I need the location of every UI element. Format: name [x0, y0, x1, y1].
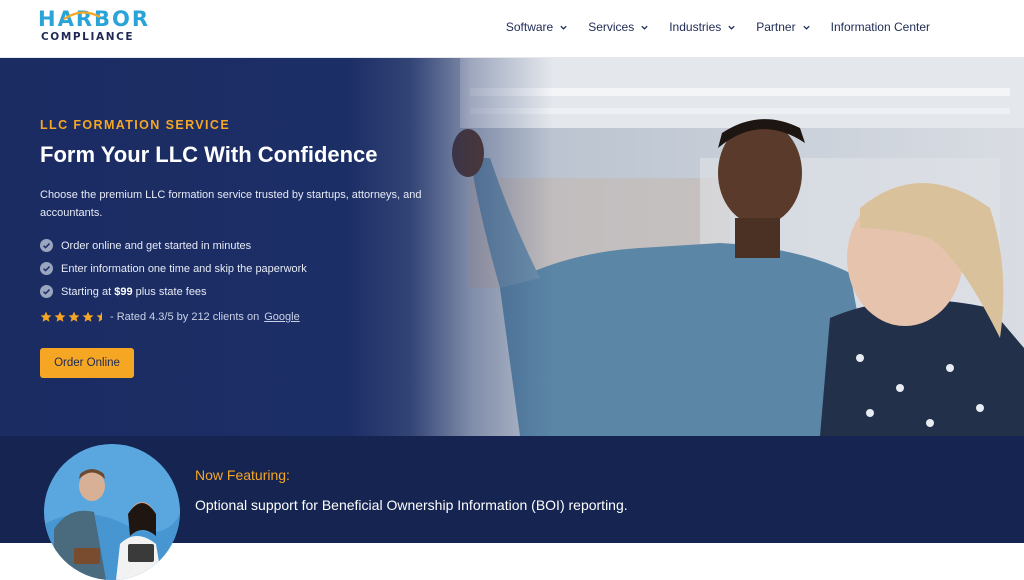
feature-photo-team: [44, 444, 180, 580]
main-nav: Software Services Industries Partner Inf…: [506, 0, 930, 54]
chevron-down-icon: [641, 25, 648, 30]
site-header: HARBOR COMPLIANCE Software Services Indu…: [0, 0, 1024, 58]
team-photo-image: [44, 444, 180, 580]
nav-item-partner[interactable]: Partner: [756, 20, 810, 34]
chevron-down-icon: [802, 25, 810, 30]
star-icon: [68, 311, 80, 322]
benefit-text: Starting at $99 plus state fees: [61, 286, 207, 298]
nav-item-label: Services: [588, 20, 635, 34]
hero-section: LLC FORMATION SERVICE Form Your LLC With…: [0, 58, 1024, 436]
nav-item-information-center[interactable]: Information Center: [831, 20, 930, 34]
check-circle-icon: [40, 239, 53, 252]
hero-description: Choose the premium LLC formation service…: [40, 189, 422, 219]
star-icon: [40, 311, 52, 322]
star-icon: [82, 311, 94, 322]
list-item: Starting at $99 plus state fees: [40, 280, 460, 303]
nav-item-label: Information Center: [830, 20, 930, 34]
price-value: $99: [114, 285, 133, 298]
feature-label: Now Featuring:: [195, 467, 290, 483]
logo-swoosh-icon: [63, 11, 101, 20]
hero-benefits-list: Order online and get started in minutes …: [40, 234, 460, 303]
list-item: Enter information one time and skip the …: [40, 257, 460, 280]
hero-title: Form Your LLC With Confidence: [40, 142, 378, 167]
order-online-button[interactable]: Order Online: [40, 348, 134, 378]
nav-item-label: Industries: [669, 20, 722, 34]
benefit-suffix: plus state fees: [132, 285, 207, 298]
rating-text: - Rated 4.3/5 by 212 clients on: [110, 311, 260, 323]
benefit-text: Order online and get started in minutes: [61, 239, 252, 252]
feature-text: Optional support for Beneficial Ownershi…: [195, 497, 628, 513]
star-icon: [54, 311, 66, 322]
nav-item-label: Partner: [756, 20, 796, 34]
benefit-prefix: Starting at: [61, 285, 115, 298]
check-circle-icon: [40, 285, 53, 298]
rating-row: - Rated 4.3/5 by 212 clients on Google: [40, 311, 460, 323]
hero-eyebrow: LLC FORMATION SERVICE: [40, 118, 231, 132]
nav-item-label: Software: [505, 20, 554, 34]
nav-item-industries[interactable]: Industries: [669, 20, 736, 34]
check-circle-icon: [40, 262, 53, 275]
benefit-text: Enter information one time and skip the …: [61, 262, 307, 275]
featured-banner: Now Featuring: Optional support for Bene…: [0, 436, 1024, 580]
hero-content: LLC FORMATION SERVICE Form Your LLC With…: [40, 118, 460, 323]
google-reviews-link[interactable]: Google: [264, 311, 299, 323]
chevron-down-icon: [728, 25, 735, 30]
list-item: Order online and get started in minutes: [40, 234, 460, 257]
logo-text-compliance: COMPLIANCE: [41, 31, 135, 43]
chevron-down-icon: [560, 25, 567, 30]
harbor-compliance-logo[interactable]: HARBOR COMPLIANCE: [38, 8, 148, 48]
nav-item-software[interactable]: Software: [506, 20, 568, 34]
star-half-icon: [96, 311, 102, 322]
nav-item-services[interactable]: Services: [588, 20, 649, 34]
